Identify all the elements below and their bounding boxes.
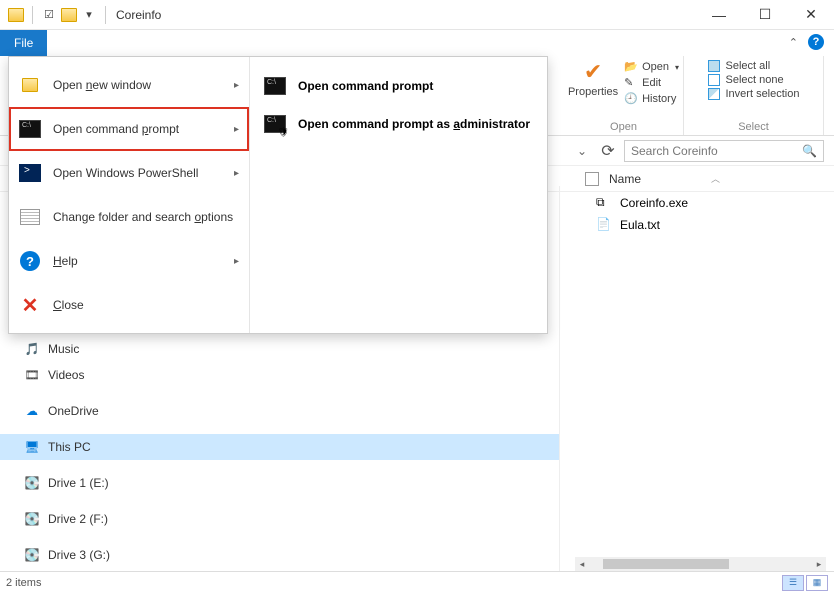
ribbon-group-select: Select all Select none Invert selection … <box>684 56 824 135</box>
item-count: 2 items <box>6 577 41 589</box>
details-view-button[interactable]: ☰ <box>782 575 804 591</box>
address-dropdown-icon[interactable]: ⌄ <box>572 141 592 161</box>
qat-dropdown-icon[interactable]: ▾ <box>81 7 97 23</box>
invert-icon <box>708 88 720 100</box>
onedrive-icon: ☁ <box>24 403 40 419</box>
ribbon-right-controls: ⌃ ? <box>789 34 824 50</box>
history-button[interactable]: 🕘History <box>624 92 679 106</box>
drive-icon: 💽 <box>24 475 40 491</box>
file-row[interactable]: ⧉Coreinfo.exe <box>570 192 824 214</box>
minimize-button[interactable]: — <box>696 0 742 30</box>
menu-folder-options[interactable]: Change folder and search options <box>9 195 249 239</box>
file-list: ⧉Coreinfo.exe 📄Eula.txt <box>560 186 834 571</box>
quick-access-toolbar: ☑ ▾ <box>8 6 110 24</box>
file-menu: Open new window ▸ Open command prompt ▸ … <box>8 56 548 334</box>
cmd-icon <box>264 75 286 97</box>
powershell-icon <box>19 162 41 184</box>
select-none-button[interactable]: Select none <box>708 74 784 86</box>
music-icon: 🎵 <box>24 341 40 357</box>
open-button[interactable]: 📂Open▾ <box>624 60 679 74</box>
submenu-open-cmd-admin[interactable]: 🛡 Open command prompt as administrator <box>256 105 541 143</box>
history-icon: 🕘 <box>624 92 638 106</box>
qat-properties-icon[interactable]: ☑ <box>41 7 57 23</box>
file-tab[interactable]: File <box>0 30 47 56</box>
select-all-button[interactable]: Select all <box>708 60 771 72</box>
select-all-icon <box>708 60 720 72</box>
horizontal-scrollbar[interactable]: ◂ ▸ <box>575 557 826 571</box>
drive-icon: 💽 <box>24 547 40 563</box>
file-menu-submenu: Open command prompt 🛡 Open command promp… <box>249 57 547 333</box>
group-label-select: Select <box>738 121 769 133</box>
nav-item-drive3[interactable]: 💽Drive 3 (G:) <box>0 542 559 568</box>
close-button[interactable]: ✕ <box>788 0 834 30</box>
qat-newfolder-icon[interactable] <box>61 8 77 22</box>
scroll-left-icon[interactable]: ◂ <box>575 559 589 570</box>
group-label-open: Open <box>610 121 637 133</box>
maximize-button[interactable]: ☐ <box>742 0 788 30</box>
nav-item-videos[interactable]: 🎞Videos <box>0 362 559 388</box>
title-bar: ☑ ▾ Coreinfo — ☐ ✕ <box>0 0 834 30</box>
column-name[interactable]: Name <box>609 172 641 186</box>
nav-item-drive2[interactable]: 💽Drive 2 (F:) <box>0 506 559 532</box>
nav-item-music[interactable]: 🎵Music <box>0 336 559 362</box>
file-row[interactable]: 📄Eula.txt <box>570 214 824 236</box>
ribbon-group-open: ✔ Properties 📂Open▾ ✎Edit 🕘History Open <box>564 56 684 135</box>
drive-icon: 💽 <box>24 511 40 527</box>
properties-button[interactable]: ✔ Properties <box>568 60 618 106</box>
nav-item-thispc[interactable]: 🖥This PC <box>0 434 559 460</box>
scroll-right-icon[interactable]: ▸ <box>812 559 826 570</box>
view-toggles: ☰ ▦ <box>782 575 828 591</box>
file-menu-left: Open new window ▸ Open command prompt ▸ … <box>9 57 249 333</box>
menu-open-command-prompt[interactable]: Open command prompt ▸ <box>9 107 249 151</box>
status-bar: 2 items ☰ ▦ <box>0 571 834 593</box>
scroll-thumb[interactable] <box>603 559 729 569</box>
folder-icon <box>8 8 24 22</box>
search-icon: 🔍 <box>802 144 817 158</box>
menu-close[interactable]: ✕ Close <box>9 283 249 327</box>
divider <box>105 6 106 24</box>
cmd-icon <box>19 118 41 140</box>
chevron-right-icon: ▸ <box>234 80 239 91</box>
close-icon: ✕ <box>19 294 41 316</box>
chevron-right-icon: ▸ <box>234 168 239 179</box>
menu-help[interactable]: ? Help ▸ <box>9 239 249 283</box>
collapse-ribbon-icon[interactable]: ⌃ <box>789 36 798 49</box>
select-all-checkbox[interactable] <box>585 172 599 186</box>
edit-button[interactable]: ✎Edit <box>624 76 679 90</box>
search-input[interactable]: Search Coreinfo 🔍 <box>624 140 824 162</box>
txt-icon: 📄 <box>596 217 612 233</box>
options-icon <box>19 206 41 228</box>
nav-item-onedrive[interactable]: ☁OneDrive <box>0 398 559 424</box>
help-icon[interactable]: ? <box>808 34 824 50</box>
properties-label: Properties <box>568 86 618 98</box>
videos-icon: 🎞 <box>24 367 40 383</box>
open-icon: 📂 <box>624 60 638 74</box>
icons-view-button[interactable]: ▦ <box>806 575 828 591</box>
window-title: Coreinfo <box>116 8 161 22</box>
search-placeholder: Search Coreinfo <box>631 144 718 158</box>
thispc-icon: 🖥 <box>24 439 40 455</box>
ribbon-tabs: File ⌃ ? <box>0 30 834 56</box>
chevron-right-icon: ▸ <box>234 256 239 267</box>
menu-open-powershell[interactable]: Open Windows PowerShell ▸ <box>9 151 249 195</box>
shield-icon: 🛡 <box>278 127 289 138</box>
submenu-open-cmd[interactable]: Open command prompt <box>256 67 541 105</box>
refresh-button[interactable]: ⟳ <box>598 141 618 161</box>
divider <box>32 6 33 24</box>
nav-item-drive1[interactable]: 💽Drive 1 (E:) <box>0 470 559 496</box>
chevron-right-icon: ▸ <box>234 124 239 135</box>
invert-selection-button[interactable]: Invert selection <box>708 88 800 100</box>
select-none-icon <box>708 74 720 86</box>
check-icon: ✔ <box>579 60 607 84</box>
cmd-admin-icon: 🛡 <box>264 113 286 135</box>
window-controls: — ☐ ✕ <box>696 0 834 30</box>
menu-open-new-window[interactable]: Open new window ▸ <box>9 63 249 107</box>
exe-icon: ⧉ <box>596 195 612 211</box>
sort-indicator-icon: ︿ <box>711 172 720 185</box>
edit-icon: ✎ <box>624 76 638 90</box>
new-window-icon <box>19 74 41 96</box>
help-icon: ? <box>19 250 41 272</box>
